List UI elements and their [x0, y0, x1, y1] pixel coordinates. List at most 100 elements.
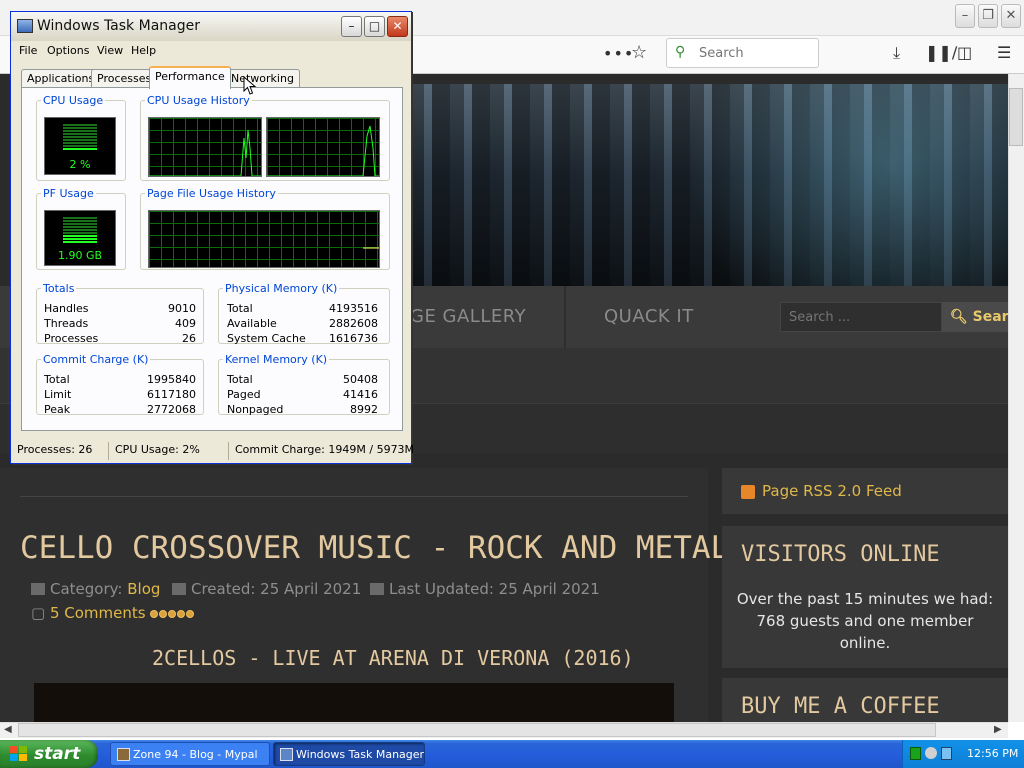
comments-link[interactable]: ▢ 5 Comments	[31, 604, 146, 622]
star-rating[interactable]	[150, 608, 195, 620]
article-created: Created: 25 April 2021	[172, 580, 361, 598]
tm-minimize-button[interactable]: –	[341, 16, 362, 37]
vertical-scrollbar[interactable]	[1008, 74, 1024, 722]
calendar-icon	[370, 583, 384, 595]
coffee-heading: BUY ME A COFFEE	[741, 694, 940, 719]
tm-menubar: File Options View Help	[11, 41, 411, 61]
tm-close-button[interactable]: ✕	[387, 16, 408, 37]
task-manager-app-icon	[280, 748, 293, 761]
nav-divider	[564, 286, 566, 348]
hamburger-menu-icon[interactable]: ☰	[997, 43, 1011, 62]
pf-history-line	[363, 247, 379, 249]
stat-key: Total	[227, 373, 253, 386]
video-player[interactable]	[34, 683, 674, 723]
stat-key: Limit	[44, 388, 72, 401]
stat-key: Paged	[227, 388, 261, 401]
search-icon: ⚲	[675, 44, 686, 60]
stat-value: 2882608	[329, 317, 378, 330]
cpu-history-graph-core2	[266, 117, 380, 177]
stat-value: 2772068	[147, 403, 196, 416]
rating-star-icon[interactable]	[186, 610, 194, 618]
category-link[interactable]: Blog	[127, 580, 160, 598]
library-icon[interactable]: ❚❚∕	[925, 43, 957, 62]
stat-value: 6117180	[147, 388, 196, 401]
windows-logo-icon	[10, 746, 28, 762]
download-arrow-icon[interactable]: ⤓	[893, 43, 900, 63]
status-processes: Processes: 26	[13, 442, 109, 460]
rating-star-icon[interactable]	[150, 610, 158, 618]
taskbar-item-task-manager[interactable]: Windows Task Manager	[273, 742, 425, 766]
minimize-button[interactable]: –	[955, 4, 975, 28]
rating-star-icon[interactable]	[159, 610, 167, 618]
scroll-left-arrow-icon[interactable]: ◀	[4, 724, 12, 735]
stat-key: Total	[227, 302, 253, 315]
tab-networking[interactable]: Networking	[225, 69, 300, 88]
calendar-icon	[172, 583, 186, 595]
browser-search-box[interactable]: ⚲	[666, 38, 819, 68]
tab-performance[interactable]: Performance	[149, 66, 231, 89]
status-commit-charge: Commit Charge: 1949M / 5973M	[235, 443, 415, 456]
star-icon[interactable]: ☆	[631, 42, 647, 63]
visitors-text: Over the past 15 minutes we had: 768 gue…	[736, 590, 994, 652]
tab-applications[interactable]: Applications	[21, 69, 101, 88]
browser-app-icon	[117, 748, 130, 761]
cpu-history-label: CPU Usage History	[147, 94, 250, 107]
stat-key: System Cache	[227, 332, 306, 345]
close-button[interactable]: ✕	[1001, 4, 1021, 28]
site-search-input[interactable]	[787, 309, 937, 326]
site-search-button-label: Search	[972, 309, 1008, 325]
video-title: 2CELLOS - LIVE AT ARENA DI VERONA (2016)	[152, 646, 634, 670]
ellipsis-icon[interactable]: •••	[603, 44, 634, 63]
stat-value: 1616736	[329, 332, 378, 345]
pf-meter-fill	[63, 234, 97, 243]
site-search-button[interactable]: 🔍︎ Search	[942, 302, 1008, 332]
nav-item-image-gallery[interactable]: GE GALLERY	[410, 306, 526, 327]
shield-icon[interactable]	[925, 747, 937, 759]
network-icon[interactable]	[941, 747, 952, 760]
scroll-right-arrow-icon[interactable]: ▶	[994, 724, 1002, 735]
start-label: start	[34, 744, 81, 764]
menu-help[interactable]: Help	[131, 44, 156, 57]
cpu-meter-tray-icon[interactable]	[910, 747, 921, 760]
tm-maximize-button[interactable]: □	[364, 16, 385, 37]
taskbar-item-browser[interactable]: Zone 94 - Blog - Mypal	[110, 742, 270, 766]
physical-memory-label: Physical Memory (K)	[225, 282, 338, 295]
start-button[interactable]: start	[0, 740, 98, 768]
article-updated: Last Updated: 25 April 2021	[370, 580, 600, 598]
task-manager-icon	[17, 19, 33, 33]
sidebar-icon[interactable]: ◫	[957, 43, 972, 62]
rating-star-icon[interactable]	[177, 610, 185, 618]
task-manager-titlebar[interactable]: Windows Task Manager – □ ✕	[11, 12, 411, 41]
divider	[20, 496, 688, 497]
browser-search-input[interactable]	[697, 45, 812, 62]
vertical-scroll-thumb[interactable]	[1009, 88, 1023, 146]
rss-feed-link[interactable]: Page RSS 2.0 Feed	[762, 482, 902, 500]
performance-panel: CPU Usage 2 % CPU Usage History PF Usage	[21, 87, 403, 431]
stat-key: Available	[227, 317, 277, 330]
stat-value: 9010	[168, 302, 196, 315]
restore-button[interactable]: ❐	[978, 4, 998, 28]
menu-options[interactable]: Options	[47, 44, 89, 57]
task-manager-window: Windows Task Manager – □ ✕ File Options …	[10, 11, 415, 464]
pf-usage-value: 1.90 GB	[57, 249, 103, 262]
menu-view[interactable]: View	[97, 44, 123, 57]
horizontal-scroll-thumb[interactable]	[18, 723, 936, 737]
stat-value: 50408	[343, 373, 378, 386]
tab-processes[interactable]: Processes	[91, 69, 158, 88]
stat-key: Processes	[44, 332, 99, 345]
stat-value: 1995840	[147, 373, 196, 386]
pf-history-graph	[148, 210, 380, 268]
rss-box: Page RSS 2.0 Feed	[722, 468, 1008, 514]
stat-value: 8992	[350, 403, 378, 416]
cpu-history-line	[267, 125, 379, 176]
search-icon: 🔍︎	[950, 309, 968, 325]
kernel-memory-label: Kernel Memory (K)	[225, 353, 328, 366]
nav-item-quack-it[interactable]: QUACK IT	[604, 306, 694, 327]
rating-star-icon[interactable]	[168, 610, 176, 618]
visitors-heading: VISITORS ONLINE	[741, 542, 940, 567]
menu-file[interactable]: File	[19, 44, 37, 57]
taskbar-item-label: Windows Task Manager	[296, 748, 425, 761]
site-search-box[interactable]	[780, 302, 942, 332]
cpu-history-line	[149, 129, 261, 176]
folder-icon	[31, 583, 45, 595]
